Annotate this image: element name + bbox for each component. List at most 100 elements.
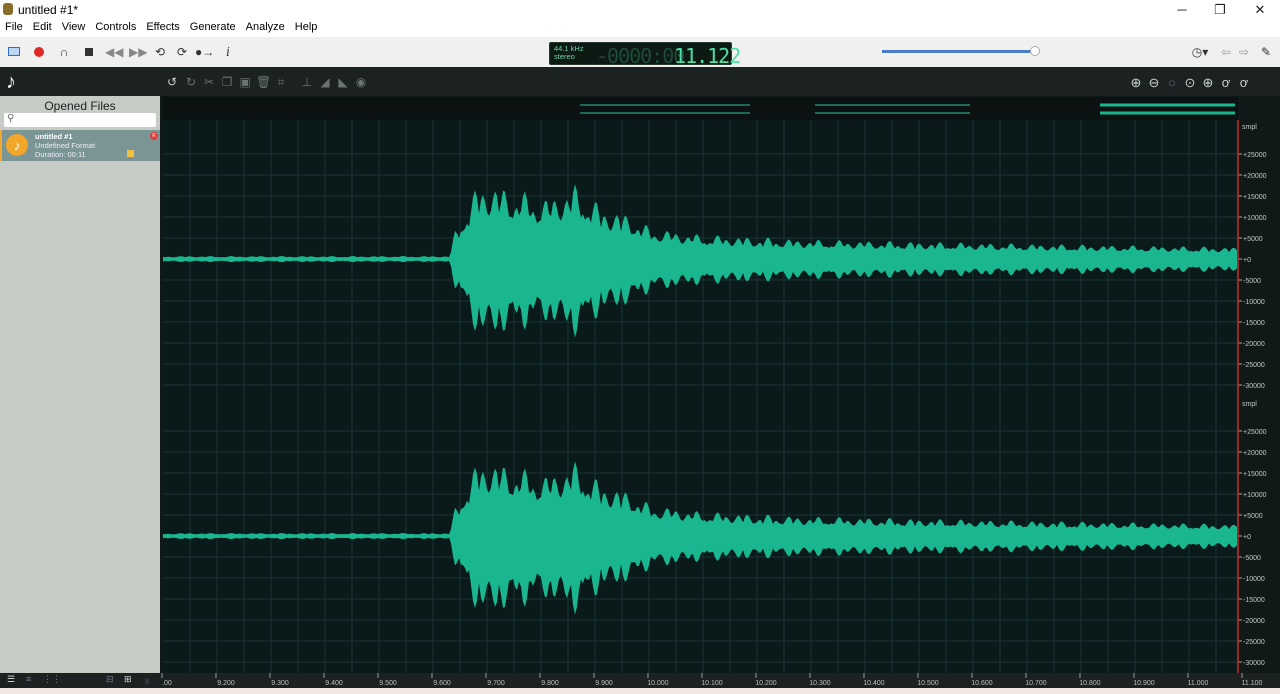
time-label: 10.600 [971,680,993,687]
amplitude-label: +20000 [1243,173,1267,180]
panel-footer: ☰ ≡ ⋮⋮ ⊟ ⊞ ॥ [0,673,160,688]
time-label: 9.200 [217,680,235,687]
time-label: 10.200 [755,680,777,687]
file-list-item[interactable]: ♪ untitled #1 Undefined Format Duration:… [0,130,160,161]
undo-icon[interactable]: ↺ [165,75,179,89]
panel-title: Opened Files [44,99,116,113]
minimize-button[interactable]: ─ [1162,0,1202,19]
amplitude-label: +0 [1243,257,1251,264]
time-label: 10.700 [1025,680,1047,687]
time-label: 10.900 [1133,680,1155,687]
zoom-full-icon[interactable]: ⊕ [1200,75,1216,91]
overview-strip [163,97,1238,120]
time-label: 9.900 [595,680,613,687]
amplitude-label: -5000 [1243,278,1261,285]
amplitude-label: +20000 [1243,450,1267,457]
waveform-editor[interactable]: smpl +25000 +20000 +15000 +10000 +5000 +0 -5000… [160,96,1280,688]
history-icon[interactable]: ◷▾ [1188,44,1212,60]
zoom-slider[interactable] [882,46,1040,56]
pause-icon[interactable]: ॥ [144,674,149,687]
amplitude-label: +5000 [1243,236,1263,243]
time-label: 9.400 [325,680,343,687]
time-label: 9.600 [433,680,451,687]
zoom-fit-icon[interactable]: ⊙ [1182,75,1198,91]
rewind-icon[interactable]: ◀◀ [105,44,123,60]
amplitude-label: -10000 [1243,299,1265,306]
file-duration: Duration: 00:11 [35,150,86,159]
amplitude-unit-label: smpl [1242,124,1257,131]
record-badge: R [150,132,158,140]
amplitude-label: +10000 [1243,215,1267,222]
effect-icon[interactable]: ◉ [354,75,368,89]
zoom-vertical-in-icon[interactable]: ơ [1218,75,1234,91]
amplitude-label: +15000 [1243,194,1267,201]
music-note-icon: ♪ [6,71,16,93]
zoom-vertical-out-icon[interactable]: ơ [1236,75,1252,91]
waveform-canvas[interactable]: smpl +25000 +20000 +15000 +10000 +5000 +0 -5000… [160,96,1280,688]
compact-view-icon[interactable]: ≡ [26,674,31,684]
time-label: 9.800 [541,680,559,687]
collapse-icon[interactable]: ⊟ [106,674,114,685]
expand-icon[interactable]: ⊞ [124,674,132,685]
list-view-icon[interactable]: ☰ [7,674,15,685]
follow-cursor-icon[interactable]: ●→ [195,44,214,60]
counter-value: 11.122 [674,44,741,68]
amplitude-label: -25000 [1243,362,1265,369]
menu-generate[interactable]: Generate [185,19,241,37]
menu-controls[interactable]: Controls [90,19,141,37]
file-search-input[interactable]: ⚲ [4,113,156,127]
save-status-icon [127,150,134,157]
time-label: 10.400 [863,680,885,687]
file-name: untitled #1 [35,132,73,141]
selection-tool-icon[interactable] [6,44,22,60]
amplitude-label: +15000 [1243,471,1267,478]
amplitude-label: -20000 [1243,618,1265,625]
search-icon: ⚲ [7,113,15,124]
headphones-icon[interactable]: ∩ [56,44,72,60]
grid-view-icon[interactable]: ⋮⋮ [43,674,61,685]
normalize-icon[interactable]: ⊥ [300,75,314,89]
forward-arrow-icon[interactable]: ⇨ [1236,44,1252,60]
menu-effects[interactable]: Effects [141,19,184,37]
crop-icon[interactable]: ⌗ [274,75,288,89]
amplitude-label: -30000 [1243,660,1265,667]
paste-icon[interactable]: ▣ [238,75,252,89]
copy-icon[interactable]: ❐ [220,75,234,89]
cut-icon[interactable]: ✂ [202,75,216,89]
amplitude-label: +5000 [1243,513,1263,520]
fade-in-icon[interactable]: ◢ [318,75,332,89]
pin-icon[interactable]: ✎ [1258,44,1274,60]
info-icon[interactable]: i [220,44,236,60]
menu-view[interactable]: View [57,19,91,37]
redo-icon[interactable]: ↻ [184,75,198,89]
amplitude-label: +25000 [1243,429,1267,436]
fade-out-icon[interactable]: ◣ [336,75,350,89]
zoom-in-icon[interactable]: ⊕ [1128,75,1144,91]
fast-forward-icon[interactable]: ▶▶ [129,44,147,60]
menu-file[interactable]: File [0,19,28,37]
zoom-selection-icon[interactable]: ○ [1164,75,1180,91]
time-label: 11.000 [1188,680,1209,687]
time-counter: 44.1 kHz stereo -0000:00 11.122 [549,42,741,68]
loop-icon[interactable]: ⟲ [152,44,168,60]
record-icon[interactable] [31,44,47,60]
stop-icon[interactable] [81,44,97,60]
zoom-out-icon[interactable]: ⊖ [1146,75,1162,91]
amplitude-label: -30000 [1243,383,1265,390]
time-label: 9.700 [487,680,505,687]
time-label: 9.300 [271,680,289,687]
close-button[interactable]: ✕ [1240,0,1280,19]
menu-edit[interactable]: Edit [28,19,57,37]
restore-button[interactable]: ❐ [1200,0,1240,19]
back-arrow-icon[interactable]: ⇦ [1218,44,1234,60]
loop-selection-icon[interactable]: ⟳ [174,44,190,60]
amplitude-label: +25000 [1243,152,1267,159]
taskbar-strip [0,688,1280,694]
menu-analyze[interactable]: Analyze [241,19,290,37]
slider-knob[interactable] [1030,46,1040,56]
menu-help[interactable]: Help [290,19,323,37]
delete-icon[interactable]: 🗑 [256,75,271,89]
time-label: .00 [162,680,172,687]
amplitude-label: -15000 [1243,597,1265,604]
time-label: 9.500 [379,680,397,687]
